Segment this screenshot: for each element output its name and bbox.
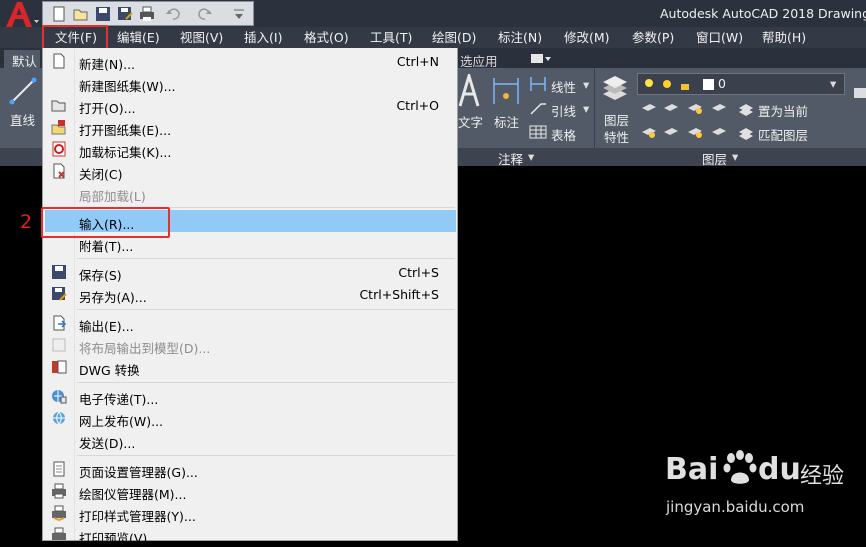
watermark-brand-cn: 经验 bbox=[800, 464, 845, 489]
dimension-tool-icon[interactable] bbox=[491, 76, 521, 106]
layers-panel-expand-icon[interactable]: ▾ bbox=[732, 149, 738, 164]
layer-properties-icon[interactable] bbox=[600, 74, 630, 104]
watermark-brand-right: du bbox=[758, 452, 801, 487]
menu-edit[interactable]: 编辑(E) bbox=[117, 29, 160, 46]
etransmit-icon bbox=[52, 390, 67, 404]
line-tool-icon[interactable] bbox=[8, 76, 38, 106]
new-icon[interactable] bbox=[51, 6, 67, 22]
menu-item-new[interactable]: 新建(N)... Ctrl+N bbox=[45, 50, 456, 72]
menu-item-partial-load: 局部加载(L) bbox=[79, 189, 146, 204]
watermark-url: jingyan.baidu.com bbox=[666, 498, 805, 516]
layer-combo[interactable]: 0 ▾ bbox=[637, 73, 845, 95]
menu-view[interactable]: 视图(V) bbox=[180, 29, 223, 46]
leader-icon[interactable] bbox=[529, 100, 547, 116]
menu-item-open-sheet-set[interactable]: 打开图纸集(E)... bbox=[45, 116, 456, 138]
markup-set-icon bbox=[52, 141, 66, 157]
menu-item-send[interactable]: 发送(D)... bbox=[45, 429, 456, 451]
layout-export-icon bbox=[52, 338, 66, 352]
export-icon bbox=[53, 315, 67, 331]
menu-parametric[interactable]: 参数(P) bbox=[632, 29, 674, 46]
page-setup-icon bbox=[53, 461, 65, 477]
menu-item-etransmit[interactable]: 电子传递(T)... bbox=[45, 385, 456, 407]
menu-item-plotter-manager[interactable]: 绘图仪管理器(M)... bbox=[45, 480, 456, 502]
annotation-panel-expand-icon[interactable]: ▾ bbox=[528, 149, 534, 164]
quick-access-toolbar bbox=[42, 1, 254, 26]
dwg-convert-icon bbox=[52, 360, 67, 374]
menu-item-save[interactable]: 保存(S) Ctrl+S bbox=[45, 261, 456, 283]
new-icon bbox=[53, 53, 65, 69]
menu-item-export[interactable]: 输出(E)... bbox=[45, 312, 456, 334]
plotter-icon bbox=[52, 483, 66, 499]
layer-tools-row1[interactable] bbox=[640, 100, 740, 116]
save-as-icon bbox=[52, 287, 67, 301]
menu-item-plot-preview[interactable]: 打印预览(V) bbox=[45, 524, 456, 546]
tab-options-icon[interactable] bbox=[530, 53, 552, 64]
app-title: Autodesk AutoCAD 2018 Drawing bbox=[660, 6, 866, 21]
menu-tools[interactable]: 工具(T) bbox=[370, 29, 412, 46]
open-icon[interactable] bbox=[73, 6, 89, 22]
menu-item-save-as[interactable]: 另存为(A)... Ctrl+Shift+S bbox=[45, 283, 456, 305]
menu-help[interactable]: 帮助(H) bbox=[762, 29, 806, 46]
autocad-logo-icon bbox=[0, 0, 42, 30]
match-layer-label[interactable]: 匹配图层 bbox=[758, 125, 808, 144]
menu-format[interactable]: 格式(O) bbox=[304, 29, 349, 46]
close-document-icon bbox=[53, 163, 65, 179]
step-number-annotation: 2 bbox=[20, 211, 33, 233]
linear-dim-label[interactable]: 线性 bbox=[551, 77, 576, 96]
menu-item-open[interactable]: 打开(O)... Ctrl+O bbox=[45, 94, 456, 116]
undo-icon[interactable] bbox=[165, 6, 181, 22]
text-tool-label[interactable]: 文字 bbox=[458, 112, 483, 131]
menu-item-export-layout-to-model: 将布局输出到模型(D)... bbox=[45, 334, 456, 356]
table-icon[interactable] bbox=[529, 124, 547, 140]
menu-item-page-setup-manager[interactable]: 页面设置管理器(G)... bbox=[45, 458, 456, 480]
open-folder-icon bbox=[51, 100, 66, 112]
menu-window[interactable]: 窗口(W) bbox=[696, 29, 743, 46]
menu-item-new-sheet-set[interactable]: 新建图纸集(W)... bbox=[45, 72, 456, 94]
table-label[interactable]: 表格 bbox=[551, 125, 576, 144]
watermark-brand-left: Bai bbox=[665, 452, 719, 487]
redo-icon[interactable] bbox=[197, 6, 213, 22]
menu-draw[interactable]: 绘图(D) bbox=[432, 29, 476, 46]
dimension-tool-label[interactable]: 标注 bbox=[494, 112, 519, 131]
sheet-set-icon bbox=[51, 120, 66, 135]
menu-insert[interactable]: 插入(I) bbox=[244, 29, 282, 46]
layer-state-icons bbox=[645, 79, 714, 90]
publish-web-icon bbox=[53, 411, 65, 425]
line-tool-label[interactable]: 直线 bbox=[10, 110, 35, 129]
plot-style-icon bbox=[52, 505, 66, 521]
insert-block-icon[interactable] bbox=[852, 82, 866, 104]
layer-properties-label-2[interactable]: 特性 bbox=[604, 127, 629, 146]
menu-item-publish-to-web[interactable]: 网上发布(W)... bbox=[45, 407, 456, 429]
layer-tools-row2[interactable] bbox=[640, 124, 740, 140]
menu-modify[interactable]: 修改(M) bbox=[564, 29, 610, 46]
baidu-jingyan-watermark: Bai du 经验 jingyan.baidu.com bbox=[660, 446, 860, 526]
tab-default[interactable]: 默认 bbox=[4, 50, 40, 69]
menu-item-dwg-convert[interactable]: DWG 转换 bbox=[45, 356, 456, 378]
set-current-icon[interactable] bbox=[737, 100, 755, 116]
paw-logo-icon bbox=[723, 450, 757, 484]
linear-dim-icon[interactable] bbox=[529, 76, 547, 92]
match-layer-icon[interactable] bbox=[737, 124, 755, 140]
menu-item-load-markup[interactable]: 加载标记集(K)... bbox=[45, 138, 456, 160]
menu-bar: 文件(F) 编辑(E) 视图(V) 插入(I) 格式(O) 工具(T) 绘图(D… bbox=[0, 27, 866, 48]
save-as-icon[interactable] bbox=[117, 6, 133, 22]
menu-dimension[interactable]: 标注(N) bbox=[498, 29, 542, 46]
plot-icon[interactable] bbox=[139, 6, 155, 22]
menu-item-close[interactable]: 关闭(C) bbox=[45, 160, 456, 182]
menu-item-plot-style-manager[interactable]: 打印样式管理器(Y)... bbox=[45, 502, 456, 524]
application-menu-button[interactable] bbox=[0, 0, 42, 30]
import-item-highlight-box bbox=[41, 207, 170, 238]
leader-label[interactable]: 引线 bbox=[551, 101, 576, 120]
text-tool-icon[interactable] bbox=[458, 74, 480, 108]
set-current-label[interactable]: 置为当前 bbox=[758, 101, 808, 120]
customize-icon[interactable] bbox=[231, 6, 247, 22]
file-menu-dropdown: 新建(N)... Ctrl+N 新建图纸集(W)... 打开(O)... Ctrl+… bbox=[42, 48, 458, 546]
save-icon bbox=[52, 265, 66, 279]
save-icon[interactable] bbox=[95, 6, 111, 22]
chevron-down-icon: ▾ bbox=[830, 76, 837, 91]
layer-combo-value: 0 bbox=[718, 76, 726, 91]
